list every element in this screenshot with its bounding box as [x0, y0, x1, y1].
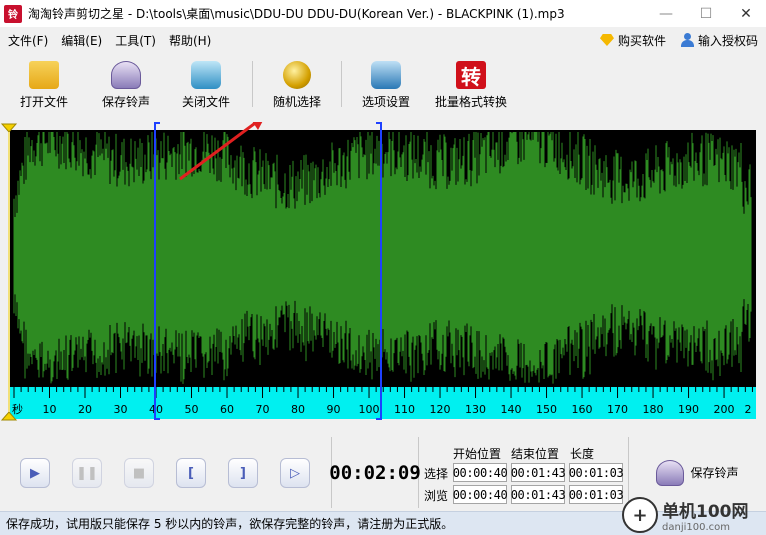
close-file-icon	[191, 61, 221, 89]
window-title: 淘淘铃声剪切之星 - D:\tools\桌面\music\DDU-DU DDU-…	[28, 7, 565, 21]
app-icon[interactable]: 铃	[4, 4, 22, 23]
menu-edit[interactable]: 编辑(E)	[53, 32, 107, 49]
ruler-label: 100	[359, 403, 380, 416]
select-start-field[interactable]: 00:00:40	[453, 463, 508, 482]
ruler-label: 190	[678, 403, 699, 416]
menu-help[interactable]: 帮助(H)	[161, 32, 216, 49]
ruler-label: 200	[714, 403, 735, 416]
watermark-url: danji100.com	[662, 522, 730, 533]
ruler-label: 50	[185, 403, 199, 416]
convert-icon: 转	[456, 61, 486, 89]
enter-license-link[interactable]: 输入授权码	[680, 32, 758, 49]
select-end-field[interactable]: 00:01:43	[511, 463, 566, 482]
folder-icon	[29, 61, 59, 89]
play-selection-icon: ▷	[290, 465, 300, 481]
batch-convert-label: 批量格式转换	[434, 95, 507, 109]
stop-button[interactable]: ■	[124, 458, 154, 488]
buy-software-link[interactable]: 购买软件	[599, 32, 666, 49]
random-icon	[283, 61, 311, 89]
save-ringtone-button[interactable]: 保存铃声	[88, 55, 164, 115]
minimize-button[interactable]: —	[646, 0, 686, 27]
enter-license-label: 输入授权码	[697, 33, 758, 48]
length-header: 长度	[570, 447, 595, 461]
browse-length-field[interactable]: 00:01:03	[569, 485, 624, 504]
options-button[interactable]: 选项设置	[346, 55, 426, 115]
set-start-button[interactable]: [	[176, 458, 206, 488]
watermark-name: 单机100网	[662, 502, 749, 522]
diamond-icon	[599, 34, 614, 46]
random-select-button[interactable]: 随机选择	[257, 55, 337, 115]
watermark-logo: +	[622, 497, 658, 533]
play-selection-button[interactable]: ▷	[280, 458, 310, 488]
close-file-label: 关闭文件	[181, 95, 230, 109]
status-text: 保存成功，试用版只能保存 5 秒以内的铃声，欲保存完整的铃声，请注册为正式版。	[6, 517, 454, 531]
select-row-label: 选择	[424, 467, 449, 481]
pause-button[interactable]: ❚❚	[72, 458, 102, 488]
bracket-left-icon: [	[188, 465, 194, 481]
end-position-header: 结束位置	[511, 447, 560, 461]
site-watermark: + 单机100网 danji100.com	[622, 495, 766, 535]
toolbar-separator	[341, 61, 342, 107]
browse-end-field[interactable]: 00:01:43	[511, 485, 566, 504]
ruler-label: 130	[465, 403, 486, 416]
random-select-label: 随机选择	[272, 95, 321, 109]
browse-start-field[interactable]: 00:00:40	[453, 485, 508, 504]
pause-icon: ❚❚	[76, 465, 98, 481]
ruler-label: 10	[43, 403, 57, 416]
open-file-button[interactable]: 打开文件	[0, 55, 88, 115]
ruler-label: 60	[220, 403, 234, 416]
current-time-display: 00:02:09	[329, 437, 421, 508]
set-end-button[interactable]: ]	[228, 458, 258, 488]
play-button[interactable]: ▶	[20, 458, 50, 488]
ruler-label: 80	[291, 403, 305, 416]
waveform-view[interactable]: 秒 10 20 30 40 50 60 70 80 90 100 110 120 130 140 150 160…	[0, 122, 766, 422]
save-ringtone-bottom-label: 保存铃声	[690, 466, 739, 480]
batch-convert-button[interactable]: 转 批量格式转换	[426, 55, 516, 115]
menu-bar: 文件(F) 编辑(E) 工具(T) 帮助(H) 购买软件 输入授权码	[0, 28, 766, 52]
close-file-button[interactable]: 关闭文件	[164, 55, 248, 115]
stop-icon: ■	[132, 465, 146, 481]
menu-tools[interactable]: 工具(T)	[107, 32, 161, 49]
options-label: 选项设置	[361, 95, 410, 109]
menu-right-actions: 购买软件 输入授权码	[599, 28, 758, 52]
select-length-field[interactable]: 00:01:03	[569, 463, 624, 482]
ruler-label: 180	[643, 403, 664, 416]
title-bar: 铃 淘淘铃声剪切之星 - D:\tools\桌面\music\DDU-DU DD…	[0, 0, 766, 27]
ruler-label: 110	[394, 403, 415, 416]
settings-icon	[371, 61, 401, 89]
buy-software-label: 购买软件	[617, 33, 666, 48]
toolbar: 打开文件 保存铃声 关闭文件 随机选择 选项设置 转 批量格式转换	[0, 55, 766, 117]
ruler-label: 90	[327, 403, 341, 416]
bracket-right-icon: ]	[240, 465, 246, 481]
menu-file[interactable]: 文件(F)	[0, 32, 53, 49]
browse-row-label: 浏览	[424, 489, 449, 503]
maximize-button[interactable]: ☐	[686, 0, 726, 27]
ruler-label: 70	[256, 403, 270, 416]
window-controls: — ☐ ✕	[646, 0, 766, 27]
toolbar-separator	[252, 61, 253, 107]
ruler-label: 120	[430, 403, 451, 416]
ruler-label: 30	[114, 403, 128, 416]
ruler-label: 140	[501, 403, 522, 416]
ringtone-save-icon	[111, 61, 141, 89]
ruler-label: 160	[572, 403, 593, 416]
ruler-unit-label: 秒	[12, 402, 23, 416]
user-icon	[680, 33, 694, 47]
ruler-label: 40	[149, 403, 163, 416]
ruler-label: 2	[745, 403, 752, 416]
start-position-header: 开始位置	[453, 447, 502, 461]
save-ringtone-label: 保存铃声	[101, 95, 150, 109]
open-file-label: 打开文件	[19, 95, 68, 109]
ruler-label: 150	[536, 403, 557, 416]
play-icon: ▶	[30, 465, 40, 481]
ringtone-save-icon	[656, 459, 685, 486]
ruler-label: 20	[78, 403, 92, 416]
waveform-panel[interactable]: 秒 10 20 30 40 50 60 70 80 90 100 110 120 130 140 150 160…	[0, 122, 766, 422]
watermark-text: 单机100网 danji100.com	[662, 497, 749, 533]
ruler-label: 170	[607, 403, 628, 416]
close-window-button[interactable]: ✕	[726, 0, 766, 27]
